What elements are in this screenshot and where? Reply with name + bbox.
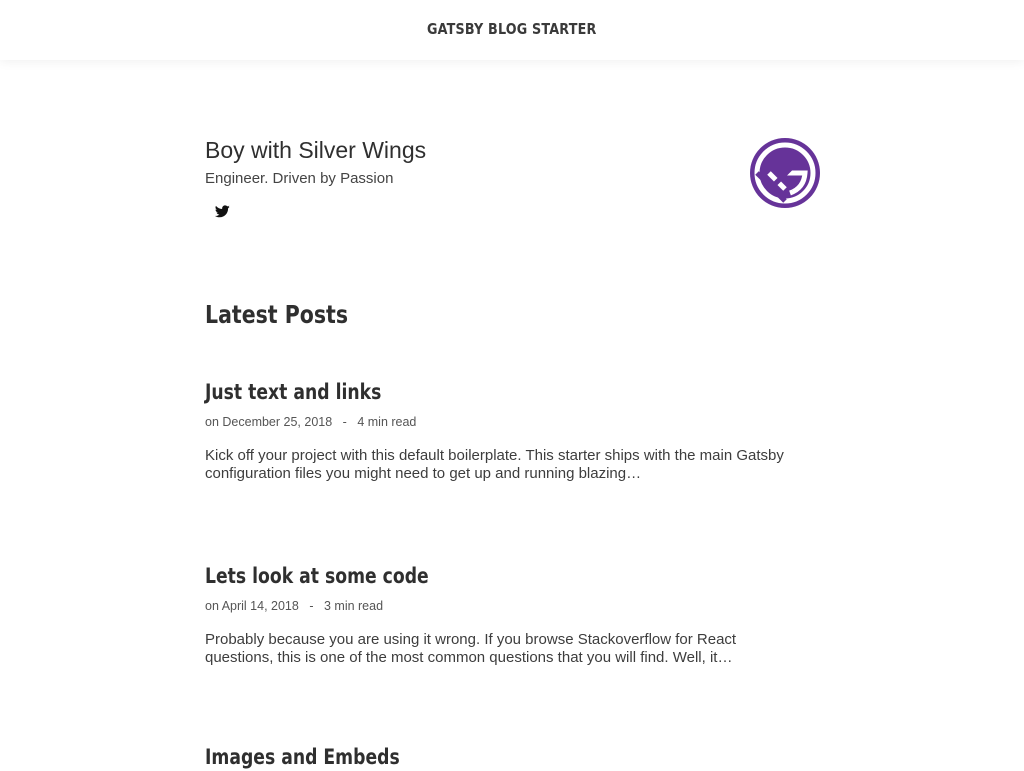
profile-name: Boy with Silver Wings bbox=[205, 137, 427, 163]
post-excerpt: Kick off your project with this default … bbox=[205, 447, 784, 482]
post-read-time: 4 min read bbox=[357, 415, 417, 429]
post-title-link[interactable]: Just text and links bbox=[205, 378, 709, 406]
twitter-icon[interactable] bbox=[214, 205, 231, 221]
post-date: April 14, 2018 bbox=[221, 599, 299, 613]
post-meta: on April 14, 2018 - 3 min read bbox=[205, 598, 820, 614]
meta-separator: - bbox=[309, 599, 314, 613]
gatsby-logo-avatar bbox=[750, 138, 820, 208]
site-title-link[interactable]: GATSBY BLOG STARTER bbox=[427, 20, 597, 38]
post-title-link[interactable]: Lets look at some code bbox=[205, 562, 709, 590]
twitter-bird-glyph bbox=[214, 205, 230, 218]
post-item: Just text and links on December 25, 2018… bbox=[205, 378, 820, 483]
post-item: Lets look at some code on April 14, 2018… bbox=[205, 562, 820, 667]
latest-posts-heading: Latest Posts bbox=[205, 300, 349, 329]
post-item: Images and Embeds bbox=[205, 743, 820, 771]
post-date-prefix: on bbox=[205, 415, 219, 429]
profile-tagline: Engineer. Driven by Passion bbox=[205, 170, 394, 187]
profile-card: Boy with Silver Wings Engineer. Driven b… bbox=[205, 136, 820, 226]
post-date: December 25, 2018 bbox=[222, 415, 333, 429]
post-read-time: 3 min read bbox=[323, 599, 384, 613]
post-meta: on December 25, 2018 - 4 min read bbox=[205, 414, 820, 430]
post-excerpt: Probably because you are using it wrong.… bbox=[205, 631, 737, 666]
meta-separator: - bbox=[342, 415, 347, 429]
post-title-link[interactable]: Images and Embeds bbox=[205, 743, 709, 771]
site-header: GATSBY BLOG STARTER bbox=[0, 0, 1024, 60]
gatsby-logo-icon bbox=[750, 138, 820, 208]
post-date-prefix: on bbox=[205, 599, 219, 613]
